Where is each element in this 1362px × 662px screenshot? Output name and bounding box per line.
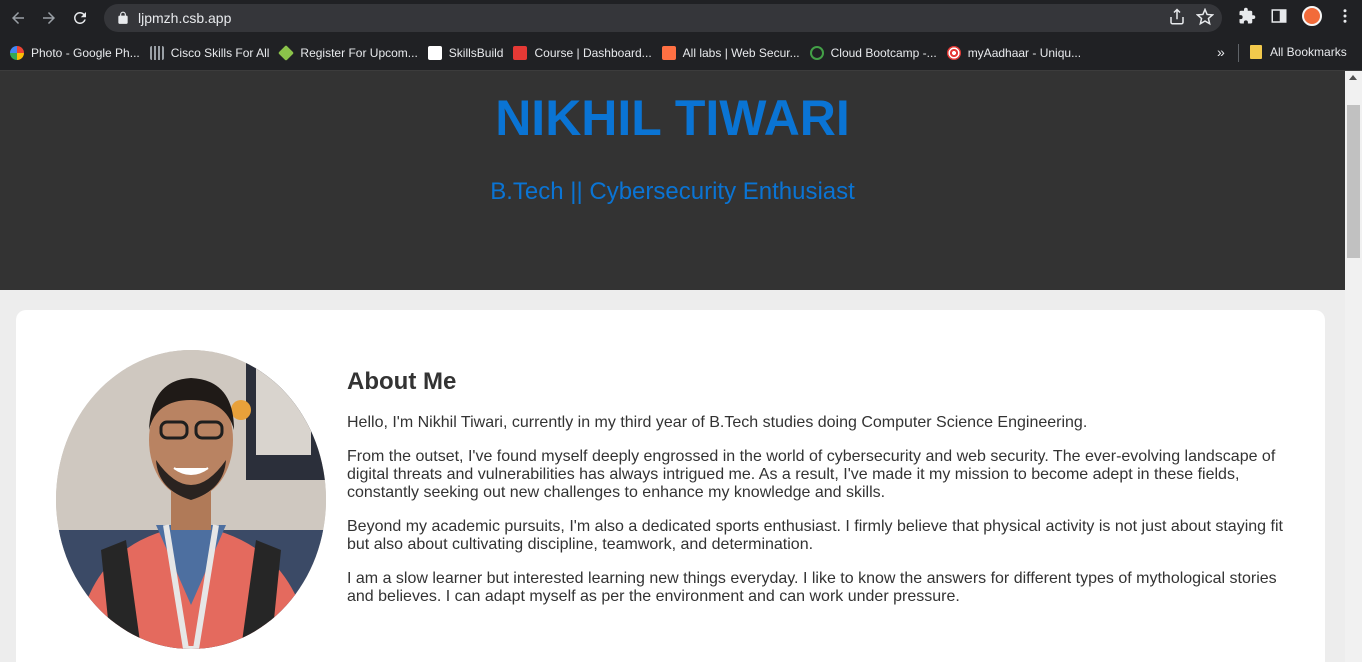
- about-paragraph-3: Beyond my academic pursuits, I'm also a …: [347, 518, 1283, 553]
- about-paragraph-4: I am a slow learner but interested learn…: [347, 570, 1277, 605]
- skillsbuild-icon: [427, 46, 442, 60]
- bookmark-star-icon[interactable]: [1196, 8, 1214, 26]
- scrollbar-thumb[interactable]: [1347, 105, 1360, 258]
- back-arrow-icon: [12, 12, 24, 24]
- hero-header: NIKHIL TIWARI B.Tech || Cybersecurity En…: [0, 71, 1345, 290]
- url-text[interactable]: ljpmzh.csb.app: [138, 10, 231, 26]
- scroll-up-arrow-icon[interactable]: [1349, 75, 1357, 80]
- profile-photo: [56, 350, 326, 649]
- reload-button[interactable]: [67, 5, 93, 31]
- bookmark-course-dashboard[interactable]: Course | Dashboard...: [513, 46, 652, 60]
- about-card: About Me Hello, I'm Nikhil Tiwari, curre…: [16, 310, 1325, 662]
- about-section: About Me Hello, I'm Nikhil Tiwari, curre…: [347, 368, 1297, 622]
- course-icon: [513, 46, 528, 60]
- cube-icon: [278, 45, 295, 61]
- bookmark-google-photos[interactable]: Photo - Google Ph...: [10, 46, 140, 60]
- person-portrait-icon: [56, 350, 326, 649]
- folder-icon: [1250, 45, 1262, 59]
- extensions-icon[interactable]: [1238, 7, 1256, 25]
- browser-toolbar: ljpmzh.csb.app: [0, 0, 1362, 36]
- tagline: B.Tech || Cybersecurity Enthusiast: [490, 178, 855, 205]
- lock-icon: [118, 11, 128, 24]
- more-bookmarks-chevron-icon[interactable]: »: [1217, 44, 1225, 60]
- share-icon[interactable]: [1168, 8, 1186, 26]
- forward-arrow-icon: [43, 12, 55, 24]
- fingerprint-icon: [946, 46, 961, 60]
- page-scrollbar[interactable]: [1345, 71, 1362, 662]
- google-photos-icon: [10, 46, 24, 60]
- bookmark-all-labs[interactable]: All labs | Web Secur...: [661, 46, 800, 60]
- all-bookmarks-folder[interactable]: All Bookmarks: [1250, 45, 1347, 59]
- about-paragraph-1: Hello, I'm Nikhil Tiwari, currently in m…: [347, 414, 1088, 431]
- bookmark-myaadhaar[interactable]: myAadhaar - Uniqu...: [946, 46, 1081, 60]
- bookmark-skillsbuild[interactable]: SkillsBuild: [427, 46, 503, 60]
- reload-icon: [74, 11, 86, 24]
- cisco-icon: [149, 46, 164, 60]
- profile-avatar[interactable]: [1302, 6, 1322, 26]
- menu-kebab-icon[interactable]: [1336, 7, 1354, 25]
- bookmark-register[interactable]: Register For Upcom...: [278, 45, 418, 61]
- forward-button[interactable]: [36, 5, 62, 31]
- about-paragraph-2: From the outset, I've found myself deepl…: [347, 448, 1276, 501]
- page-viewport: NIKHIL TIWARI B.Tech || Cybersecurity En…: [0, 71, 1345, 662]
- side-panel-icon[interactable]: [1270, 7, 1288, 25]
- lightning-icon: [661, 46, 676, 60]
- address-bar[interactable]: ljpmzh.csb.app: [104, 4, 1222, 32]
- geeks-icon: [809, 46, 824, 60]
- about-heading: About Me: [347, 368, 457, 395]
- back-button[interactable]: [5, 5, 31, 31]
- bookmark-cisco[interactable]: Cisco Skills For All: [149, 46, 269, 60]
- page-title: NIKHIL TIWARI: [495, 90, 850, 146]
- bookmark-cloud-bootcamp[interactable]: Cloud Bootcamp -...: [809, 46, 937, 60]
- bookmarks-bar: Photo - Google Ph... Cisco Skills For Al…: [0, 36, 1362, 71]
- bookmarks-divider: [1238, 44, 1239, 62]
